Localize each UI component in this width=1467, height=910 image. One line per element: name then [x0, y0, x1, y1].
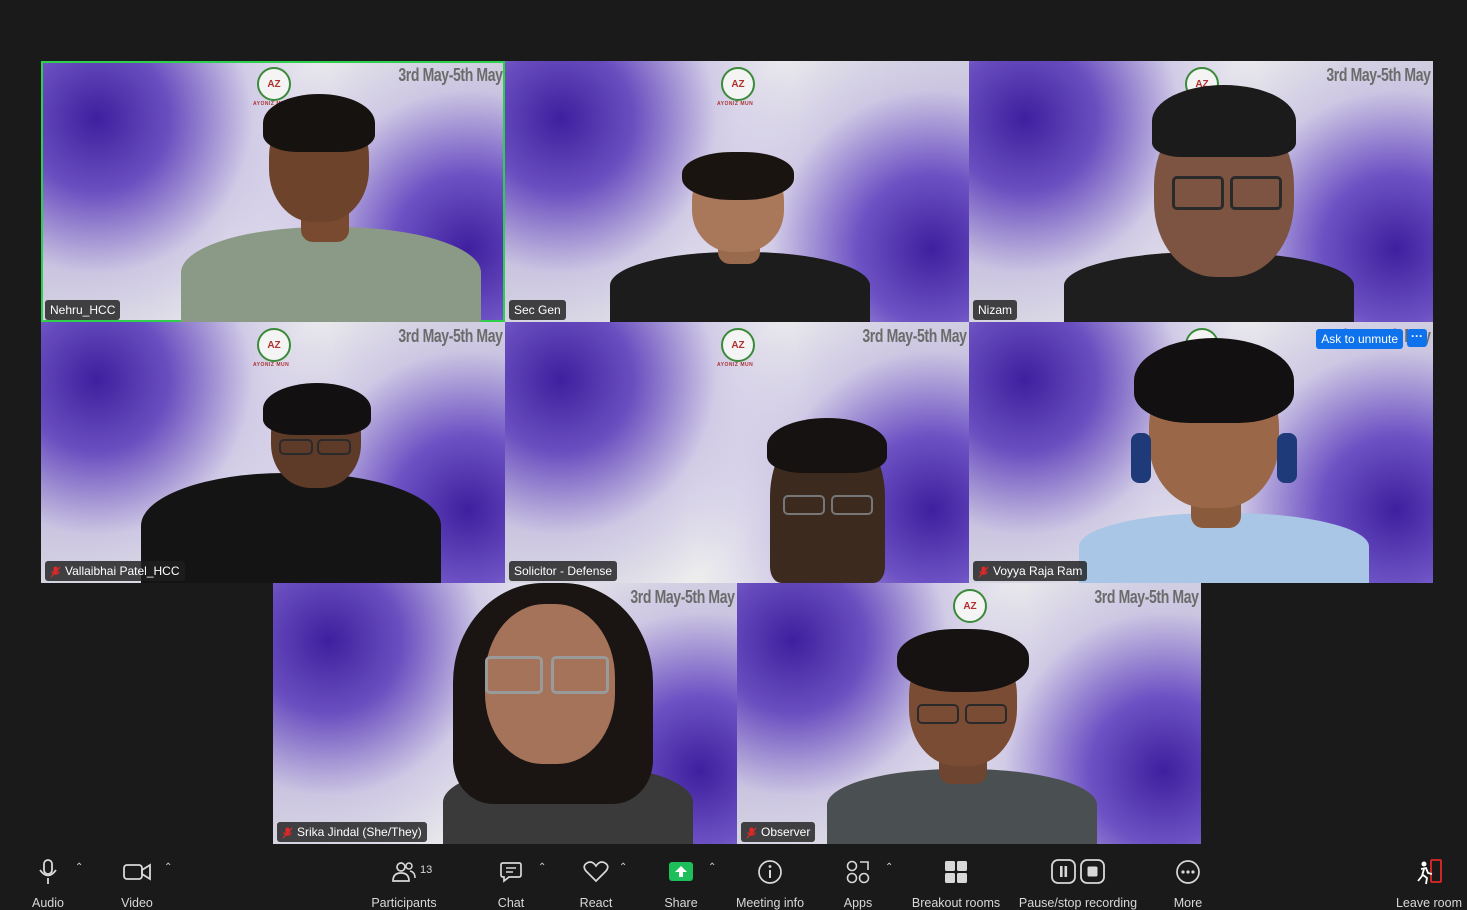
- participant-video: [827, 629, 1097, 844]
- participant-name-tag: Observer: [741, 822, 816, 842]
- share-button[interactable]: Share: [660, 858, 702, 910]
- event-banner: 3rd May-5th May: [505, 65, 507, 86]
- chat-bubble-icon: [499, 858, 523, 886]
- leave-room-icon: [1415, 858, 1443, 886]
- react-label: React: [579, 896, 613, 910]
- video-options-caret-icon[interactable]: ⌃: [164, 862, 172, 873]
- event-logo-subtext: AYONIZ MUN: [717, 101, 754, 107]
- meeting-info-label: Meeting info: [735, 896, 805, 910]
- apps-icon: [845, 858, 871, 886]
- microphone-icon: [38, 858, 58, 886]
- breakout-rooms-icon: [944, 858, 968, 886]
- breakout-rooms-label: Breakout rooms: [911, 896, 1001, 910]
- video-tile-sec-gen[interactable]: 3rd May-5th May AZ AYONIZ MUN Sec Gen: [505, 61, 969, 322]
- participant-name-tag: Srika Jindal (She/They): [277, 822, 427, 842]
- participant-name-tag: Voyya Raja Ram: [973, 561, 1088, 581]
- event-banner: 3rd May-5th May: [398, 65, 504, 85]
- chat-button[interactable]: Chat: [491, 858, 531, 910]
- event-logo: AZ: [721, 67, 755, 101]
- event-logo: AZ: [721, 328, 755, 362]
- audio-button[interactable]: Audio: [24, 858, 72, 910]
- video-camera-icon: [123, 858, 151, 886]
- video-tile-nizam[interactable]: 3rd May-5th May AZ Nizam: [969, 61, 1433, 322]
- apps-label: Apps: [843, 896, 873, 910]
- participant-name-tag: Nehru_HCC: [45, 300, 121, 320]
- participant-video: [1064, 72, 1354, 322]
- participant-name-tag: Sec Gen: [509, 300, 566, 320]
- participant-video: [181, 92, 481, 322]
- video-tile-voyya-raja-ram[interactable]: 3rd May-5th May AZ Ask to unmute ··· Voy…: [969, 322, 1433, 583]
- video-tile-nehru-hcc[interactable]: 3rd May-5th May AZ AYONIZ MUN Nehru_HCC: [41, 61, 505, 322]
- event-logo: AZ: [953, 589, 987, 623]
- event-banner: 3rd May-5th May: [862, 326, 968, 346]
- muted-mic-icon: [50, 566, 61, 577]
- pause-stop-recording-label: Pause/stop recording: [1018, 896, 1138, 910]
- video-tile-solicitor-defense[interactable]: 3rd May-5th May AZ AYONIZ MUN Solicitor …: [505, 322, 969, 583]
- apps-options-caret-icon[interactable]: ⌃: [885, 862, 893, 873]
- participants-count: 13: [420, 864, 433, 876]
- muted-mic-icon: [746, 827, 757, 838]
- participant-video: [141, 383, 441, 583]
- participant-video: [1079, 338, 1369, 583]
- audio-label: Audio: [32, 896, 64, 910]
- video-label: Video: [121, 896, 153, 910]
- more-button[interactable]: More: [1168, 858, 1208, 910]
- video-tile-observer[interactable]: 3rd May-5th May AZ Observer: [737, 583, 1201, 844]
- participants-label: Participants: [371, 896, 437, 910]
- participant-name: Srika Jindal (She/They): [297, 825, 422, 839]
- audio-options-caret-icon[interactable]: ⌃: [75, 862, 83, 873]
- participant-name: Nizam: [978, 303, 1013, 317]
- event-logo: AZ: [257, 328, 291, 362]
- share-options-caret-icon[interactable]: ⌃: [708, 862, 716, 873]
- more-icon: [1175, 858, 1201, 886]
- chat-label: Chat: [497, 896, 525, 910]
- participant-video: [610, 152, 870, 322]
- participant-video: [423, 583, 703, 844]
- participants-icon: [392, 858, 416, 886]
- meeting-toolbar: Audio ⌃ Video ⌃ Participants 13 Chat ⌃ R…: [0, 850, 1467, 910]
- breakout-rooms-button[interactable]: Breakout rooms: [908, 858, 1004, 910]
- video-tile-vallaibhai-patel-hcc[interactable]: 3rd May-5th May AZ AYONIZ MUN Vallaibhai…: [41, 322, 505, 583]
- heart-icon: [583, 858, 609, 886]
- muted-mic-icon: [978, 566, 989, 577]
- video-button[interactable]: Video: [114, 858, 160, 910]
- participant-name-tag: Solicitor - Defense: [509, 561, 618, 581]
- react-button[interactable]: React: [575, 858, 617, 910]
- more-label: More: [1173, 896, 1203, 910]
- tile-more-options-button[interactable]: ···: [1407, 329, 1427, 347]
- pause-stop-recording-icon: [1050, 858, 1106, 886]
- participant-name: Nehru_HCC: [50, 303, 116, 317]
- info-icon: [757, 858, 783, 886]
- participant-name: Solicitor - Defense: [514, 564, 613, 578]
- apps-button[interactable]: Apps: [838, 858, 878, 910]
- ask-to-unmute-button[interactable]: Ask to unmute: [1316, 329, 1403, 349]
- video-tile-srika-jindal[interactable]: 3rd May-5th May Srika Jindal (She/They): [273, 583, 737, 844]
- participant-name: Observer: [761, 825, 811, 839]
- event-banner: 3rd May-5th May: [398, 326, 504, 346]
- event-banner: 3rd May-5th May: [1094, 587, 1200, 607]
- event-logo-subtext: AYONIZ MUN: [253, 362, 290, 368]
- participant-name-tag: Nizam: [973, 300, 1018, 320]
- pause-stop-recording-button[interactable]: Pause/stop recording: [1016, 858, 1140, 910]
- participant-video: [755, 418, 895, 583]
- leave-room-button[interactable]: Leave room: [1395, 858, 1463, 910]
- leave-room-label: Leave room: [1395, 896, 1462, 910]
- share-label: Share: [664, 896, 698, 910]
- event-logo-subtext: AYONIZ MUN: [717, 362, 754, 368]
- muted-mic-icon: [282, 827, 293, 838]
- react-options-caret-icon[interactable]: ⌃: [619, 862, 627, 873]
- chat-options-caret-icon[interactable]: ⌃: [538, 862, 546, 873]
- participant-name-tag: Vallaibhai Patel_HCC: [45, 561, 185, 581]
- participant-name: Sec Gen: [514, 303, 561, 317]
- participant-name: Vallaibhai Patel_HCC: [65, 564, 180, 578]
- meeting-info-button[interactable]: Meeting info: [732, 858, 808, 910]
- participant-name: Voyya Raja Ram: [993, 564, 1083, 578]
- video-grid: 3rd May-5th May AZ AYONIZ MUN Nehru_HCC …: [0, 0, 1467, 850]
- share-screen-icon: [668, 858, 694, 886]
